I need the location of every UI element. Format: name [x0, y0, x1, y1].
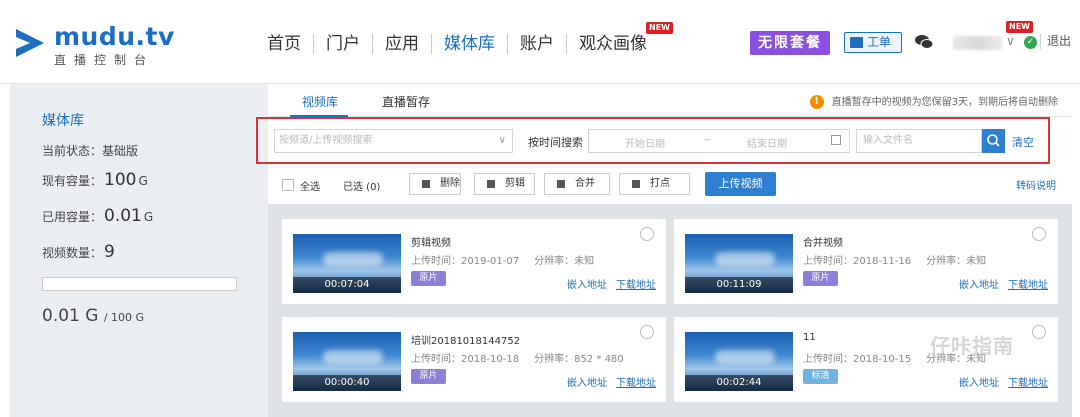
- verified-check-icon: ✓: [1024, 36, 1037, 49]
- delete-button[interactable]: 删除: [409, 173, 461, 195]
- video-thumbnail[interactable]: 00:02:44: [685, 332, 793, 391]
- nav-item-home[interactable]: 首页: [255, 34, 314, 54]
- mark-button[interactable]: 打点: [619, 173, 690, 195]
- tab-video-library[interactable]: 视频库: [302, 93, 338, 110]
- warning-icon: !: [809, 95, 824, 109]
- nav-item-media-library[interactable]: 媒体库: [432, 34, 508, 54]
- ticket-button[interactable]: 工单: [844, 32, 902, 53]
- merge-icon: [557, 180, 565, 188]
- filename-input[interactable]: 输入文件名: [856, 129, 982, 153]
- calendar-icon[interactable]: [831, 135, 841, 145]
- video-count: 视频数量： 9: [42, 242, 115, 262]
- embed-link[interactable]: 嵌入地址: [959, 276, 999, 291]
- merge-button[interactable]: 合并: [544, 173, 610, 195]
- range-separator: ~: [703, 135, 712, 146]
- brand-name: mudu.tv: [54, 22, 175, 51]
- download-link[interactable]: 下载地址: [1008, 374, 1048, 389]
- video-title: 培训20181018144752: [411, 336, 521, 347]
- search-filter-bar: 按频道/上传视频搜索 ∨ 按时间搜索 开始日期 ~ 结束日期 输入文件名 清空: [256, 117, 1050, 164]
- search-button[interactable]: [982, 129, 1005, 153]
- username-blurred[interactable]: [953, 36, 1003, 50]
- download-link[interactable]: 下载地址: [616, 276, 656, 291]
- video-card[interactable]: 00:11:09 合并视频 上传时间：2018-11-16 分辨率：未知 原片 嵌…: [674, 219, 1058, 304]
- mark-icon: [632, 180, 640, 188]
- selected-count: 已选 (0): [343, 182, 381, 193]
- select-radio[interactable]: [640, 325, 654, 339]
- sidebar: 媒体库 当前状态：基础版 现有容量： 100 G 已用容量： 0.01 G 视频数量： 9…: [10, 84, 268, 417]
- video-thumbnail[interactable]: 00:11:09: [685, 234, 793, 293]
- video-meta: 上传时间：2019-01-07 分辨率：未知: [411, 256, 595, 267]
- brand-logo[interactable]: mudu.tv 直播控制台: [10, 22, 174, 68]
- brand-tagline: 直播控制台: [54, 53, 155, 67]
- embed-link[interactable]: 嵌入地址: [567, 276, 607, 291]
- clip-button[interactable]: 剪辑: [474, 173, 535, 195]
- main-nav: 首页 门户 应用 媒体库 账户 观众画像 NEW: [255, 22, 673, 58]
- action-toolbar: 全选 已选 (0) 删除 剪辑 合并 打点 上传视频 转码说明: [268, 164, 1072, 204]
- select-radio[interactable]: [1032, 325, 1046, 339]
- video-grid: 00:07:04 剪辑视频 上传时间：2019-01-07 分辨率：未知 原片 嵌…: [268, 204, 1072, 417]
- video-duration: 00:02:44: [685, 375, 793, 391]
- video-title: 合并视频: [803, 238, 843, 249]
- select-all-checkbox[interactable]: [282, 179, 294, 191]
- select-radio[interactable]: [1032, 227, 1046, 241]
- download-link[interactable]: 下载地址: [1008, 276, 1048, 291]
- video-title: 剪辑视频: [411, 238, 451, 249]
- download-link[interactable]: 下载地址: [616, 374, 656, 389]
- nav-item-audience-profile[interactable]: 观众画像 NEW: [567, 22, 673, 54]
- quality-tag: 原片: [411, 271, 446, 286]
- main-content: 视频库 直播暂存 ! 直播暂存中的视频为您保留3天，到期后将自动删除 按频道/上传…: [256, 84, 1072, 417]
- play-logo-icon: [16, 29, 44, 57]
- time-search-label: 按时间搜索: [528, 136, 583, 149]
- total-capacity: 现有容量： 100 G: [42, 170, 148, 190]
- logout-link[interactable]: 退出: [1040, 34, 1071, 49]
- video-thumbnail[interactable]: 00:07:04: [293, 234, 401, 293]
- channel-select[interactable]: 按频道/上传视频搜索 ∨: [274, 129, 513, 153]
- usage-summary: 0.01 G / 100 G: [42, 306, 145, 326]
- nav-item-portal[interactable]: 门户: [314, 34, 373, 54]
- video-card[interactable]: 00:00:40 培训20181018144752 上传时间：2018-10-1…: [282, 317, 666, 402]
- embed-link[interactable]: 嵌入地址: [959, 374, 999, 389]
- retention-notice: ! 直播暂存中的视频为您保留3天，到期后将自动删除: [809, 93, 1058, 109]
- watermark-text: 仔咔指南: [930, 334, 1014, 358]
- video-duration: 00:11:09: [685, 277, 793, 293]
- new-badge: NEW: [646, 22, 673, 34]
- sidebar-title[interactable]: 媒体库: [42, 110, 84, 130]
- clear-link[interactable]: 清空: [1012, 134, 1034, 150]
- chevron-down-icon[interactable]: ∨: [1006, 34, 1015, 48]
- quality-tag: 原片: [803, 271, 838, 286]
- plan-status: 当前状态：基础版: [42, 144, 139, 158]
- tab-live-temp[interactable]: 直播暂存: [382, 93, 430, 110]
- unlimited-plan-button[interactable]: 无限套餐: [750, 31, 830, 55]
- video-meta: 上传时间：2018-10-18 分辨率：852 * 480: [411, 354, 624, 365]
- quality-tag: 原片: [411, 369, 446, 384]
- ticket-icon: [850, 37, 863, 48]
- select-radio[interactable]: [640, 227, 654, 241]
- used-capacity: 已用容量： 0.01 G: [42, 206, 154, 226]
- transcode-help-link[interactable]: 转码说明: [1016, 177, 1056, 192]
- upload-video-button[interactable]: 上传视频: [705, 172, 776, 196]
- video-title: 11: [803, 332, 816, 343]
- embed-link[interactable]: 嵌入地址: [567, 374, 607, 389]
- top-header: mudu.tv 直播控制台 首页 门户 应用 媒体库 账户 观众画像 NEW 无…: [0, 0, 1080, 84]
- video-thumbnail[interactable]: 00:00:40: [293, 332, 401, 391]
- quality-tag: 标清: [803, 369, 838, 384]
- start-date-input[interactable]: 开始日期: [625, 135, 665, 150]
- select-all-label[interactable]: 全选: [300, 178, 320, 193]
- nav-item-account[interactable]: 账户: [508, 34, 567, 54]
- nav-item-apps[interactable]: 应用: [373, 34, 432, 54]
- chat-icon[interactable]: [915, 34, 933, 50]
- video-card[interactable]: 00:07:04 剪辑视频 上传时间：2019-01-07 分辨率：未知 原片 嵌…: [282, 219, 666, 304]
- clip-icon: [487, 180, 495, 188]
- date-range-picker[interactable]: 开始日期 ~ 结束日期: [588, 129, 850, 153]
- usage-progress-bar: [42, 277, 237, 291]
- video-meta: 上传时间：2018-11-16 分辨率：未知: [803, 256, 987, 267]
- video-duration: 00:00:40: [293, 375, 401, 391]
- search-icon: [987, 134, 1000, 147]
- video-duration: 00:07:04: [293, 277, 401, 293]
- trash-icon: [422, 180, 430, 188]
- user-new-badge: NEW: [1006, 21, 1033, 33]
- chevron-down-icon: ∨: [498, 135, 506, 146]
- tab-bar: 视频库 直播暂存 ! 直播暂存中的视频为您保留3天，到期后将自动删除: [268, 84, 1072, 117]
- end-date-input[interactable]: 结束日期: [747, 135, 787, 150]
